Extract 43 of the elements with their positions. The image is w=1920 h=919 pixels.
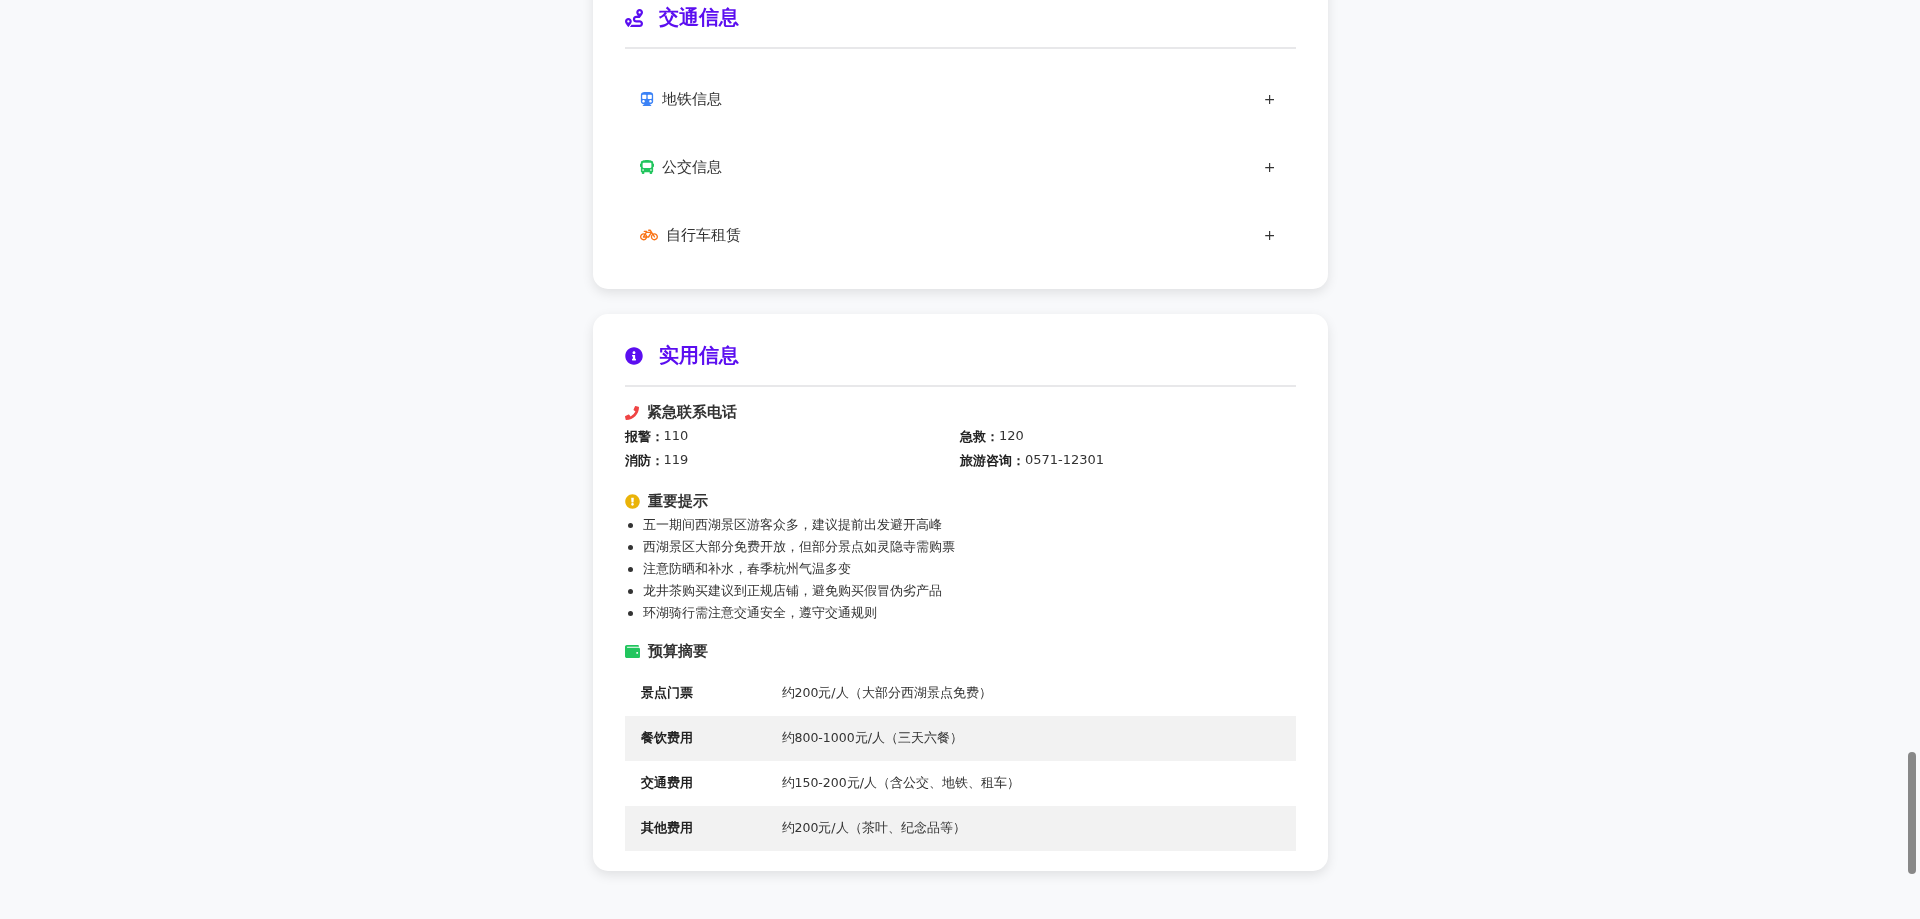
contact-label: 旅游咨询：	[960, 452, 1025, 470]
wallet-icon	[624, 644, 640, 659]
info-icon	[624, 346, 643, 365]
section-title: 交通信息	[658, 4, 739, 31]
budget-item: 交通费用	[639, 775, 694, 792]
bullet-icon	[627, 567, 633, 572]
section-title: 实用信息	[658, 342, 739, 369]
accordion-item[interactable]: 公交信息 +	[624, 133, 1296, 201]
contact-label: 急救：	[960, 428, 999, 446]
tip-text: 西湖景区大部分免费开放，但部分景点如灵隐寺需购票	[642, 539, 955, 556]
bullet-icon	[627, 545, 633, 550]
expand-toggle[interactable]: +	[1263, 227, 1276, 243]
subsection-title: 重要提示	[647, 492, 708, 511]
expand-toggle[interactable]: +	[1263, 91, 1276, 107]
subsection-title: 预算摘要	[647, 642, 708, 661]
route-icon	[624, 8, 643, 27]
budget-cost: 约200元/人（茶叶、纪念品等）	[781, 820, 967, 837]
contact-number: 119	[663, 452, 689, 469]
budget-item: 其他费用	[639, 820, 694, 837]
contact-number: 0571-12301	[1025, 452, 1105, 469]
tip-text: 龙井茶购买建议到正规店铺，避免购买假冒伪劣产品	[642, 583, 942, 600]
accordion-item[interactable]: 地铁信息 +	[624, 65, 1296, 133]
tip-text: 五一期间西湖景区游客众多，建议提前出发避开高峰	[642, 517, 942, 534]
budget-cost: 约800-1000元/人（三天六餐）	[781, 730, 964, 747]
bullet-icon	[627, 523, 633, 528]
contact-number: 110	[663, 428, 689, 445]
phone-icon	[624, 405, 639, 420]
budget-item: 景点门票	[639, 685, 694, 702]
bullet-icon	[627, 589, 633, 594]
tip-text: 环湖骑行需注意交通安全，遵守交通规则	[642, 605, 877, 622]
accordion-item[interactable]: 自行车租赁 +	[624, 201, 1296, 269]
warning-icon	[624, 494, 640, 509]
scrollbar-thumb[interactable]	[1908, 752, 1916, 874]
contact-number: 120	[999, 428, 1024, 445]
budget-cost: 约200元/人（大部分西湖景点免费）	[781, 685, 993, 702]
contact-label: 报警：	[624, 428, 664, 446]
subsection-title: 紧急联系电话	[646, 403, 737, 422]
tip-text: 注意防晒和补水，春季杭州气温多变	[642, 561, 851, 578]
bullet-icon	[627, 611, 633, 616]
budget-item: 餐饮费用	[639, 730, 694, 747]
expand-toggle[interactable]: +	[1263, 159, 1276, 175]
contact-label: 消防：	[624, 452, 664, 470]
budget-cost: 约150-200元/人（含公交、地铁、租车）	[781, 775, 1021, 792]
